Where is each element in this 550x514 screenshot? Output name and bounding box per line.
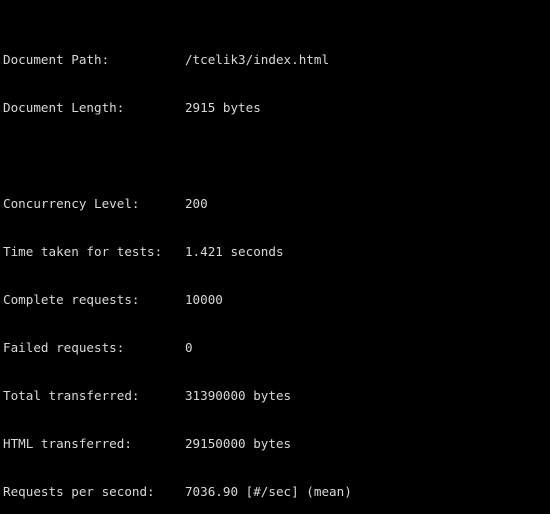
line-concurrency-level: Concurrency Level: 200 <box>3 196 208 211</box>
line-failed-requests: Failed requests: 0 <box>3 340 193 355</box>
line-document-path: Document Path: /tcelik3/index.html <box>3 52 330 67</box>
line-html-transferred: HTML transferred: 29150000 bytes <box>3 436 292 451</box>
line-complete-requests: Complete requests: 10000 <box>3 292 223 307</box>
line-time-taken: Time taken for tests: 1.421 seconds <box>3 244 284 259</box>
blank-line-1 <box>3 148 550 164</box>
line-requests-per-second: Requests per second: 7036.90 [#/sec] (me… <box>3 484 352 499</box>
line-document-length: Document Length: 2915 bytes <box>3 100 261 115</box>
terminal-output[interactable]: Document Path: /tcelik3/index.html Docum… <box>0 0 550 514</box>
line-total-transferred: Total transferred: 31390000 bytes <box>3 388 292 403</box>
